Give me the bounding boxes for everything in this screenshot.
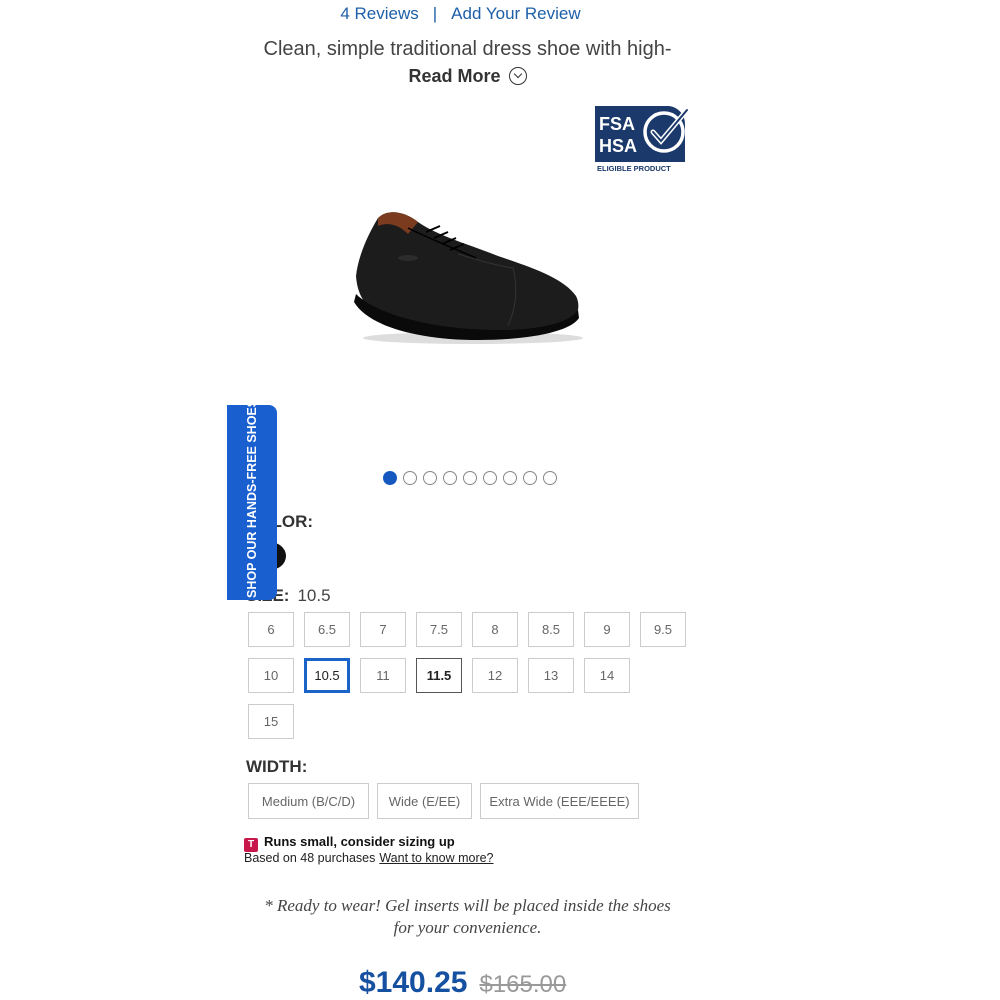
price-row: $140.25 $165.00	[359, 966, 566, 1000]
gallery-dot[interactable]	[543, 471, 557, 485]
gallery-dot[interactable]	[463, 471, 477, 485]
size-option-11[interactable]: 11	[360, 658, 406, 693]
gallery-dot[interactable]	[503, 471, 517, 485]
gallery-pagination	[383, 471, 557, 485]
gallery-dot[interactable]	[423, 471, 437, 485]
note-line-2: for your convenience.	[393, 918, 542, 937]
product-shoe-image[interactable]	[348, 198, 588, 348]
size-option-7-5[interactable]: 7.5	[416, 612, 462, 647]
fsa-hsa-badge-icon: FSA HSA ELIGIBLE PRODUCT	[595, 106, 690, 173]
size-option-10[interactable]: 10	[248, 658, 294, 693]
size-option-9[interactable]: 9	[584, 612, 630, 647]
fit-title: Runs small, consider sizing up	[264, 834, 455, 849]
size-option-8[interactable]: 8	[472, 612, 518, 647]
hands-free-tab-label: SHOP OUR HANDS-FREE SHOES	[245, 398, 259, 598]
gallery-dot[interactable]	[523, 471, 537, 485]
current-price: $140.25	[359, 966, 468, 999]
size-option-6[interactable]: 6	[248, 612, 294, 647]
size-option-10-5[interactable]: 10.5	[304, 658, 350, 693]
fit-basis-row: Based on 48 purchases Want to know more?	[244, 851, 494, 865]
size-option-7[interactable]: 7	[360, 612, 406, 647]
reviews-count-link[interactable]: 4 Reviews	[340, 4, 418, 24]
badge-caption: ELIGIBLE PRODUCT	[597, 164, 671, 173]
badge-hsa: HSA	[599, 136, 637, 156]
gallery-dot[interactable]	[443, 471, 457, 485]
size-option-14[interactable]: 14	[584, 658, 630, 693]
width-option-extra-wide[interactable]: Extra Wide (EEE/EEEE)	[480, 783, 639, 819]
fit-advice: T Runs small, consider sizing up	[244, 834, 455, 852]
hands-free-shoes-tab[interactable]: SHOP OUR HANDS-FREE SHOES	[227, 398, 277, 600]
width-option-medium[interactable]: Medium (B/C/D)	[248, 783, 369, 819]
badge-fsa: FSA	[599, 114, 635, 134]
add-review-link[interactable]: Add Your Review	[451, 4, 580, 24]
fit-learn-more-link[interactable]: Want to know more?	[379, 851, 493, 865]
gallery-dot[interactable]	[483, 471, 497, 485]
chevron-down-icon	[508, 67, 527, 85]
size-option-15[interactable]: 15	[248, 704, 294, 739]
size-option-12[interactable]: 12	[472, 658, 518, 693]
read-more-label: Read More	[408, 66, 501, 86]
selected-size-value: 10.5	[297, 586, 331, 605]
size-option-11-5[interactable]: 11.5	[416, 658, 462, 693]
reviews-separator: |	[432, 4, 438, 23]
size-option-8-5[interactable]: 8.5	[528, 612, 574, 647]
gallery-dot[interactable]	[403, 471, 417, 485]
fit-basis: Based on 48 purchases	[244, 851, 376, 865]
size-option-9-5[interactable]: 9.5	[640, 612, 686, 647]
original-price: $165.00	[479, 971, 567, 998]
size-option-6-5[interactable]: 6.5	[304, 612, 350, 647]
fit-brand-icon: T	[244, 838, 258, 852]
product-description: Clean, simple traditional dress shoe wit…	[263, 38, 672, 60]
width-option-wide[interactable]: Wide (E/EE)	[377, 783, 472, 819]
read-more-button[interactable]: Read More	[0, 66, 935, 87]
size-option-13[interactable]: 13	[528, 658, 574, 693]
gallery-dot[interactable]	[383, 471, 397, 485]
width-label: WIDTH:	[246, 757, 308, 776]
ready-to-wear-note: * Ready to wear! Gel inserts will be pla…	[0, 895, 935, 939]
reviews-row: 4 Reviews | Add Your Review	[0, 4, 935, 24]
note-line-1: * Ready to wear! Gel inserts will be pla…	[264, 896, 671, 915]
